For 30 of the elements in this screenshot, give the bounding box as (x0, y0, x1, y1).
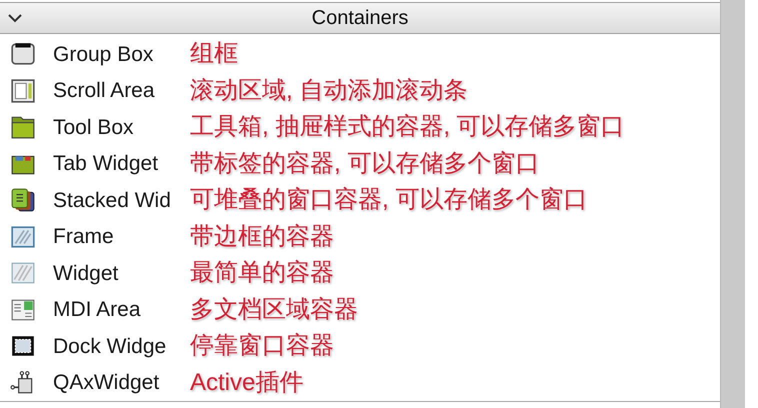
window-icon (10, 41, 36, 68)
annotation-text: 滚动区域, 自动添加滚动条 (190, 76, 468, 106)
annotation-text: 最简单的容器 (190, 258, 334, 288)
hatched-frame-icon (10, 224, 36, 250)
scroll-pane-icon (10, 78, 36, 104)
widget-item[interactable]: Group Box (53, 38, 190, 70)
widget-item[interactable]: Dock Widge (53, 330, 190, 362)
widget-item[interactable]: Tool Box (53, 112, 190, 143)
annotation-text: Active插件 (190, 368, 304, 398)
annotation-text: 带边框的容器 (190, 222, 334, 252)
hatched-square-icon (10, 260, 36, 286)
category-title[interactable]: Containers (312, 3, 408, 33)
annotation-text: 停靠窗口容器 (190, 331, 334, 362)
widget-item[interactable]: Stacked Wid (53, 184, 190, 216)
stacked-pages-icon (10, 187, 36, 214)
widget-item[interactable]: MDI Area (53, 294, 190, 326)
annotation-text: 组框 (190, 39, 238, 70)
annotation-text: 可堆叠的窗口容器, 可以存储多个窗口 (190, 185, 588, 216)
widget-item[interactable]: Frame (53, 221, 190, 252)
widget-item[interactable]: Widget (53, 258, 190, 289)
widget-item[interactable]: QAxWidget (53, 367, 190, 398)
scrollbar[interactable] (721, 0, 745, 408)
chevron-down-icon[interactable] (8, 13, 22, 23)
annotation-text: 工具箱, 抽屉样式的容器, 可以存储多窗口 (190, 112, 625, 142)
folder-icon (10, 114, 36, 140)
annotation-text: 带标签的容器, 可以存储多个窗口 (190, 148, 540, 179)
annotation-text: 多文档区域容器 (190, 294, 358, 325)
widget-item[interactable]: Scroll Area (53, 75, 190, 106)
widget-item[interactable]: Tab Widget (53, 148, 190, 180)
split-panels-icon (10, 296, 36, 323)
